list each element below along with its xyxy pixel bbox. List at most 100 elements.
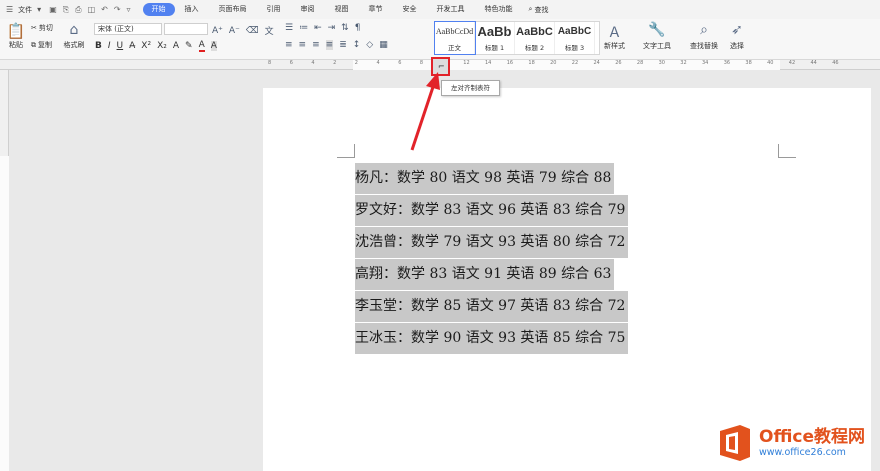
document-line[interactable]: 王冰玉：数学 90 语文 93 英语 85 综合 75	[355, 323, 629, 354]
tab-features[interactable]: 特色功能	[475, 3, 523, 16]
bold-icon[interactable]: B	[95, 41, 102, 51]
show-marks-icon[interactable]: ¶	[355, 23, 361, 33]
paste-label: 粘贴	[9, 41, 23, 49]
subscript-icon[interactable]: X₂	[157, 41, 167, 51]
bullet-list-icon[interactable]: ☰	[285, 23, 293, 33]
new-style-button[interactable]: Ａ 新样式	[604, 22, 625, 51]
border-icon[interactable]: ▦	[379, 40, 388, 50]
ruler-number: 22	[571, 60, 579, 66]
ruler-number: 6	[398, 60, 402, 66]
ruler-number: 14	[485, 60, 492, 66]
select-label: 选择	[730, 42, 744, 50]
tab-references[interactable]: 引用	[257, 3, 291, 16]
export-icon[interactable]: ⎘	[63, 5, 69, 15]
ruler-number: 26	[615, 60, 622, 66]
font-size-select[interactable]	[164, 23, 208, 35]
new-style-icon: Ａ	[607, 25, 622, 41]
undo-icon[interactable]: ↶	[101, 5, 108, 15]
ruler-number: 36	[723, 60, 731, 66]
ruler-number: 2	[354, 60, 358, 66]
justify-icon[interactable]: ≡	[325, 40, 334, 50]
text-tools-button[interactable]: 🔧 文字工具	[643, 22, 671, 51]
underline-icon[interactable]: U	[117, 41, 124, 51]
style-preview: AaBbC	[516, 26, 553, 38]
distribute-icon[interactable]: ≣	[339, 40, 347, 50]
document-page[interactable]: 杨凡：数学 80 语文 98 英语 79 综合 88 罗文好：数学 83 语文 …	[263, 88, 871, 471]
ruler-number: 28	[636, 60, 644, 66]
grow-font-icon[interactable]: A⁺	[212, 26, 223, 36]
sort-icon[interactable]: ⇅	[341, 23, 349, 33]
align-right-icon[interactable]: ≡	[312, 40, 320, 50]
search-tab-label: 查找	[534, 5, 549, 14]
document-line[interactable]: 沈浩曾：数学 79 语文 93 英语 80 综合 72	[355, 227, 629, 258]
phonetic-icon[interactable]: 文	[265, 24, 274, 37]
format-painter-button[interactable]: ⌂ 格式刷	[62, 22, 86, 50]
superscript-icon[interactable]: X²	[141, 41, 151, 51]
find-replace-button[interactable]: ⌕ 查找替换	[690, 22, 718, 51]
style-heading-3[interactable]: AaBbC 标题 3	[555, 22, 595, 54]
redo-icon[interactable]: ↷	[114, 5, 121, 15]
clipboard-icon: 📋	[6, 22, 26, 40]
decrease-indent-icon[interactable]: ⇤	[314, 23, 322, 33]
text-effect-icon[interactable]: A	[173, 41, 179, 51]
style-normal[interactable]: AaBbCcDd 正文	[434, 21, 476, 55]
ruler-number: 34	[702, 60, 709, 66]
document-line[interactable]: 高翔：数学 83 语文 91 英语 89 综合 63	[355, 259, 615, 290]
vertical-ruler[interactable]	[0, 70, 9, 471]
ruler-number: 44	[810, 60, 817, 66]
copy-button[interactable]: ⧉ 复制	[31, 40, 52, 50]
tab-section[interactable]: 章节	[359, 3, 393, 16]
ruler-number: 6	[289, 60, 293, 66]
tab-developer[interactable]: 开发工具	[427, 3, 475, 16]
ruler-number: 2	[333, 60, 337, 66]
increase-indent-icon[interactable]: ⇥	[328, 23, 336, 33]
tab-security[interactable]: 安全	[393, 3, 427, 16]
ruler-text-area	[0, 156, 9, 471]
style-label: 标题 2	[524, 44, 545, 52]
ribbon: 📋 粘贴 ✂ 剪切 ⧉ 复制 ⌂ 格式刷 宋体 (正文) A⁺ A⁻ ⌫ 文 B…	[0, 19, 880, 60]
preview-icon[interactable]: ◫	[88, 5, 96, 15]
document-line[interactable]: 杨凡：数学 80 语文 98 英语 79 综合 88	[355, 163, 615, 194]
save-icon[interactable]: ▣	[49, 5, 57, 15]
clear-format-icon[interactable]: ⌫	[246, 26, 259, 36]
tab-insert[interactable]: 插入	[175, 3, 209, 16]
margin-corner-mark	[337, 144, 355, 158]
style-label: 标题 3	[564, 44, 585, 52]
hamburger-icon[interactable]: ☰	[6, 5, 13, 14]
tab-home[interactable]: 开始	[142, 3, 175, 16]
ruler-number: 4	[311, 60, 315, 66]
shading-icon[interactable]: ◇	[366, 40, 373, 50]
line-spacing-icon[interactable]: ↕	[353, 40, 361, 50]
font-name-select[interactable]: 宋体 (正文)	[94, 23, 162, 35]
style-label: 标题 1	[484, 44, 505, 52]
cut-button[interactable]: ✂ 剪切	[31, 23, 53, 33]
char-shading-icon[interactable]: A	[210, 41, 217, 51]
document-line[interactable]: 李玉堂：数学 85 语文 97 英语 83 综合 72	[355, 291, 629, 322]
search-tab[interactable]: ⌕ 查找	[523, 5, 549, 15]
chevron-down-icon[interactable]: ▾	[37, 5, 41, 14]
ruler-number: 18	[528, 60, 535, 66]
file-menu[interactable]: 文件	[18, 5, 32, 15]
ruler-number: 30	[658, 60, 665, 66]
shrink-font-icon[interactable]: A⁻	[229, 26, 240, 36]
align-center-icon[interactable]: ≡	[299, 40, 307, 50]
document-line[interactable]: 罗文好：数学 83 语文 96 英语 83 综合 79	[355, 195, 629, 226]
strikethrough-icon[interactable]: A̶	[129, 41, 135, 51]
menu-bar: ☰ 文件 ▾ ▣ ⎘ ⎙ ◫ ↶ ↷ ▿ 开始 插入 页面布局 引用 审阅 视图…	[0, 0, 880, 19]
highlight-icon[interactable]: ✎	[185, 41, 193, 51]
print-icon[interactable]: ⎙	[75, 5, 81, 15]
style-heading-1[interactable]: AaBb 标题 1	[475, 22, 515, 54]
customize-icon[interactable]: ▿	[127, 5, 131, 15]
italic-icon[interactable]: I	[108, 41, 111, 51]
paste-button[interactable]: 📋 粘贴	[4, 22, 28, 50]
select-button[interactable]: ➶ 选择	[730, 22, 744, 51]
align-left-icon[interactable]: ≡	[285, 40, 293, 50]
font-color-icon[interactable]: A	[198, 40, 205, 52]
style-heading-2[interactable]: AaBbC 标题 2	[515, 22, 555, 54]
tab-view[interactable]: 视图	[325, 3, 359, 16]
tab-page-layout[interactable]: 页面布局	[209, 3, 257, 16]
ruler-number: 4	[376, 60, 380, 66]
tab-review[interactable]: 审阅	[291, 3, 325, 16]
ruler-number: 20	[550, 60, 557, 66]
numbered-list-icon[interactable]: ≔	[299, 23, 308, 33]
